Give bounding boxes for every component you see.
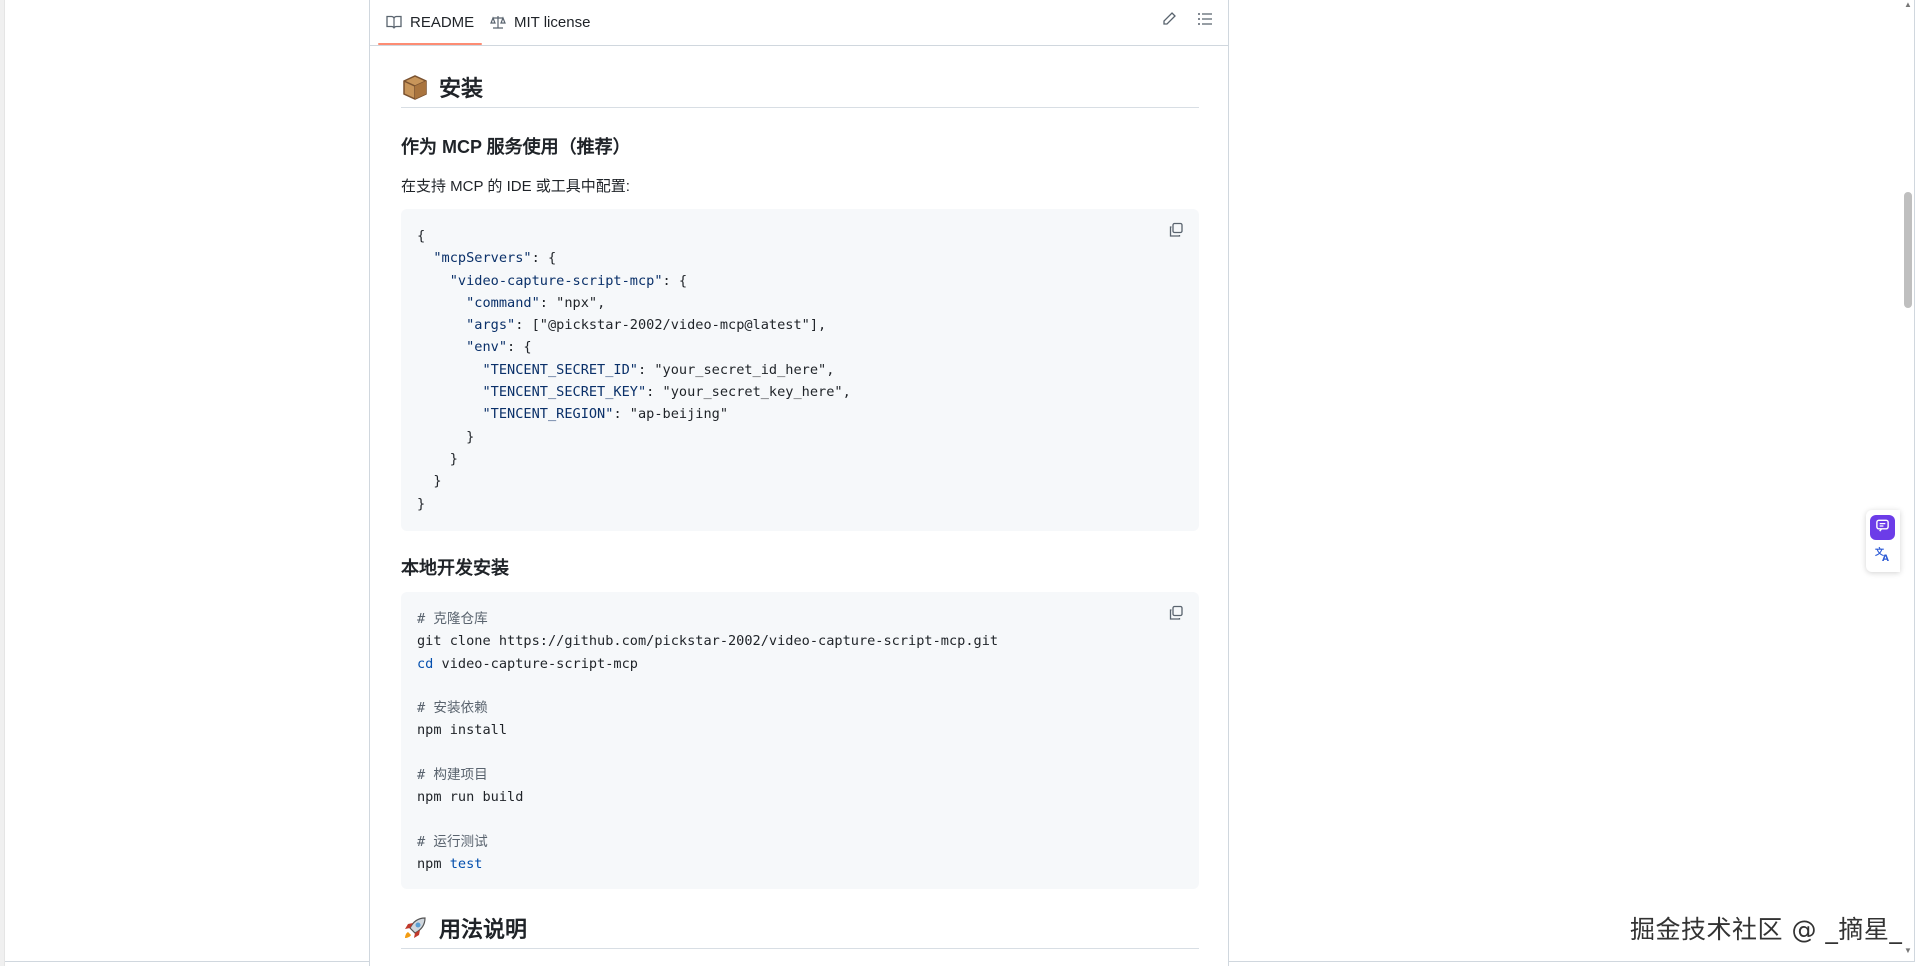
floating-toolbar: 文A (1866, 510, 1900, 572)
rocket-emoji-icon (401, 914, 429, 942)
code-block-mcp-config: { "mcpServers": { "video-capture-script-… (401, 209, 1199, 531)
svg-text:A: A (1882, 554, 1889, 563)
heading-local-install: 本地开发安装 (401, 558, 509, 578)
code-block-local-install: # 克隆仓库 git clone https://github.com/pick… (401, 592, 1199, 889)
tab-readme[interactable]: README (378, 0, 483, 45)
scale-icon (490, 14, 506, 30)
mcp-description: 在支持 MCP 的 IDE 或工具中配置: (401, 178, 630, 195)
list-icon (1197, 11, 1213, 32)
package-emoji-icon (401, 73, 429, 101)
translate-button[interactable]: 文A (1870, 544, 1895, 568)
edit-button[interactable] (1158, 10, 1180, 32)
vertical-scrollbar[interactable]: ▲ ▼ (1902, 0, 1914, 961)
book-icon (386, 14, 402, 30)
heading-install-text: 安装 (439, 76, 484, 101)
heading-mcp-usage: 作为 MCP 服务使用（推荐） (401, 137, 631, 157)
scrollbar-thumb[interactable] (1904, 192, 1912, 308)
code-mcp-text: { "mcpServers": { "video-capture-script-… (417, 228, 851, 512)
heading-usage: 用法说明 (401, 908, 1199, 949)
tab-readme-label: README (410, 13, 475, 31)
scroll-up-arrow-icon[interactable]: ▲ (1904, 0, 1912, 9)
heading-usage-text: 用法说明 (439, 917, 528, 942)
pencil-icon (1161, 11, 1177, 32)
code-local-text: # 克隆仓库 git clone https://github.com/pick… (417, 611, 999, 873)
watermark-text: 掘金技术社区 @ _摘星_ (1630, 915, 1903, 944)
assistant-button[interactable] (1870, 515, 1895, 540)
heading-install: 安装 (401, 67, 1199, 108)
copy-icon (1168, 605, 1184, 626)
copy-button-local[interactable] (1167, 605, 1185, 626)
copy-button-mcp[interactable] (1167, 222, 1185, 243)
outline-button[interactable] (1194, 10, 1216, 32)
window-left-edge (0, 0, 5, 966)
tab-actions (1158, 10, 1216, 32)
scroll-down-arrow-icon[interactable]: ▼ (1904, 946, 1912, 955)
chat-icon (1875, 518, 1890, 538)
copy-icon (1168, 222, 1184, 243)
tab-license-label: MIT license (514, 13, 591, 31)
readme-panel: README MIT license 安装 作为 MCP 服务使用（推荐） 在支… (369, 0, 1229, 966)
readme-tabs: README MIT license (370, 0, 1228, 46)
tab-license[interactable]: MIT license (490, 0, 590, 44)
translate-icon: 文A (1874, 545, 1892, 568)
